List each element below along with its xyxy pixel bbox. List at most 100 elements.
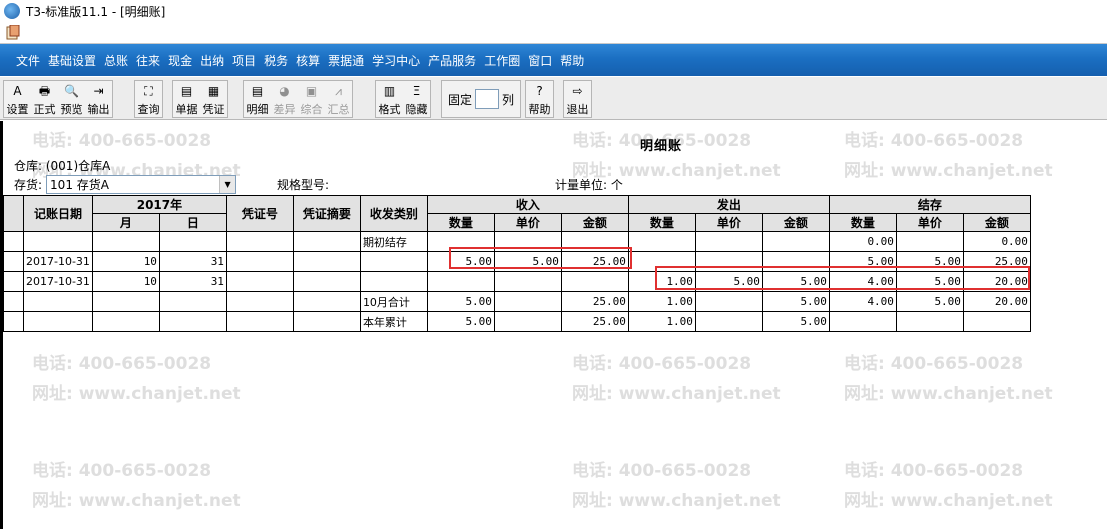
cell-in_q[interactable]	[426, 271, 495, 292]
cell-out_a[interactable]	[761, 251, 830, 272]
cell-bal_q[interactable]: 4.00	[828, 271, 897, 292]
table-row[interactable]: 2017-10-31 10 31 1.00 5.00 5.00 4.00 5.00 20.00	[3, 271, 1031, 292]
toolbar-button-group1-1[interactable]: 🖶 正式	[31, 81, 58, 117]
row-handle[interactable]	[3, 231, 24, 252]
cell-vno[interactable]	[225, 291, 294, 312]
cell-in_p[interactable]: 5.00	[493, 251, 562, 272]
toolbar-button-group4-1[interactable]: ◕ 差异	[271, 81, 298, 117]
cell-in_p[interactable]	[493, 231, 562, 252]
table-row-empty[interactable]	[4, 332, 1031, 352]
cell-month[interactable]: 10	[91, 251, 160, 272]
cell-vno[interactable]	[225, 251, 294, 272]
cell-date[interactable]: 2017-10-31	[23, 251, 93, 272]
toolbar-button-group1-2[interactable]: 🔍 预览	[58, 81, 85, 117]
cell-out_p[interactable]	[694, 311, 763, 332]
toolbar-button-group3-0[interactable]: ▤ 单据	[173, 81, 200, 117]
cell-vsum[interactable]	[292, 291, 361, 312]
cell-in_p[interactable]	[493, 311, 562, 332]
cell-bal_p[interactable]: 5.00	[895, 291, 964, 312]
cell-in_a[interactable]: 25.00	[560, 251, 629, 272]
toolbar-button-group1-0[interactable]: A 设置	[4, 81, 31, 117]
table-row[interactable]: 2017-10-31 10 31 5.00 5.00 25.00 5.00 5.00 25.00	[3, 251, 1031, 272]
row-handle[interactable]	[3, 311, 24, 332]
toolbar-button-group6-0[interactable]: ? 帮助	[526, 81, 553, 117]
cell-day[interactable]	[158, 231, 227, 252]
menu-item-13[interactable]: 窗口	[524, 52, 556, 69]
cell-bal_q[interactable]: 4.00	[828, 291, 897, 312]
cell-month[interactable]	[91, 291, 160, 312]
menu-item-0[interactable]: 文件	[12, 52, 44, 69]
toolbar-button-group2-0[interactable]: ⛶ 查询	[135, 81, 162, 117]
cell-bal_q[interactable]: 0.00	[828, 231, 897, 252]
menu-item-2[interactable]: 总账	[100, 52, 132, 69]
table-row[interactable]: 期初结存 0.00 0.00	[3, 231, 1031, 252]
cell-type[interactable]	[359, 251, 428, 272]
cell-in_q[interactable]	[426, 231, 495, 252]
document-icon[interactable]	[6, 25, 20, 41]
cell-type[interactable]	[359, 271, 428, 292]
cell-out_a[interactable]: 5.00	[761, 271, 830, 292]
row-handle[interactable]	[3, 271, 24, 292]
toolbar-button-group3-1[interactable]: ▦ 凭证	[200, 81, 227, 117]
cell-bal_q[interactable]	[828, 311, 897, 332]
cell-out_p[interactable]	[694, 291, 763, 312]
menu-item-5[interactable]: 出纳	[196, 52, 228, 69]
cell-day[interactable]	[158, 291, 227, 312]
menu-item-1[interactable]: 基础设置	[44, 52, 100, 69]
cell-bal_a[interactable]: 25.00	[962, 251, 1031, 272]
menu-item-12[interactable]: 工作圈	[480, 52, 524, 69]
cell-out_q[interactable]	[627, 251, 696, 272]
cell-bal_p[interactable]	[895, 231, 964, 252]
toolbar-button-group5-1[interactable]: Ξ 隐藏	[403, 81, 430, 117]
menu-item-4[interactable]: 现金	[164, 52, 196, 69]
cell-bal_p[interactable]: 5.00	[895, 271, 964, 292]
cell-in_q[interactable]: 5.00	[426, 311, 495, 332]
cell-type[interactable]: 本年累计	[359, 311, 428, 332]
cell-vsum[interactable]	[292, 311, 361, 332]
cell-bal_a[interactable]: 20.00	[962, 271, 1031, 292]
menu-item-6[interactable]: 项目	[228, 52, 260, 69]
menu-item-3[interactable]: 往来	[132, 52, 164, 69]
toolbar-button-group7-0[interactable]: ⇨ 退出	[564, 81, 591, 117]
cell-month[interactable]	[91, 231, 160, 252]
menu-item-9[interactable]: 票据通	[324, 52, 368, 69]
cell-in_q[interactable]: 5.00	[426, 291, 495, 312]
cell-bal_p[interactable]	[895, 311, 964, 332]
cell-out_a[interactable]	[761, 231, 830, 252]
cell-type[interactable]: 期初结存	[359, 231, 428, 252]
cell-in_a[interactable]	[560, 271, 629, 292]
fixed-columns-input[interactable]	[475, 89, 500, 109]
cell-bal_a[interactable]	[962, 311, 1031, 332]
cell-day[interactable]	[158, 311, 227, 332]
cell-date[interactable]	[23, 231, 93, 252]
cell-month[interactable]	[91, 311, 160, 332]
cell-day[interactable]: 31	[158, 271, 227, 292]
menu-item-14[interactable]: 帮助	[556, 52, 588, 69]
cell-out_q[interactable]: 1.00	[627, 311, 696, 332]
cell-bal_a[interactable]: 20.00	[962, 291, 1031, 312]
menu-item-8[interactable]: 核算	[292, 52, 324, 69]
menu-item-7[interactable]: 税务	[260, 52, 292, 69]
cell-month[interactable]: 10	[91, 271, 160, 292]
cell-out_a[interactable]: 5.00	[761, 291, 830, 312]
cell-out_q[interactable]: 1.00	[627, 271, 696, 292]
toolbar-button-group4-0[interactable]: ▤ 明细	[244, 81, 271, 117]
cell-vno[interactable]	[225, 231, 294, 252]
table-row[interactable]: 10月合计 5.00 25.00 1.00 5.00 4.00 5.00 20.00	[3, 291, 1031, 312]
cell-in_a[interactable]: 25.00	[560, 311, 629, 332]
row-handle[interactable]	[3, 251, 24, 272]
toolbar-button-group4-2[interactable]: ▣ 综合	[298, 81, 325, 117]
cell-date[interactable]	[23, 291, 93, 312]
chevron-down-icon[interactable]: ▼	[219, 176, 236, 193]
toolbar-button-group1-3[interactable]: ⇥ 输出	[85, 81, 112, 117]
cell-bal_p[interactable]: 5.00	[895, 251, 964, 272]
cell-type[interactable]: 10月合计	[359, 291, 428, 312]
cell-bal_a[interactable]: 0.00	[962, 231, 1031, 252]
cell-vsum[interactable]	[292, 271, 361, 292]
menu-item-10[interactable]: 学习中心	[368, 52, 424, 69]
table-row[interactable]: 本年累计 5.00 25.00 1.00 5.00	[3, 311, 1031, 332]
cell-vsum[interactable]	[292, 231, 361, 252]
cell-vno[interactable]	[225, 271, 294, 292]
cell-date[interactable]	[23, 311, 93, 332]
inventory-select[interactable]: 101 存货A ▼	[46, 175, 237, 194]
